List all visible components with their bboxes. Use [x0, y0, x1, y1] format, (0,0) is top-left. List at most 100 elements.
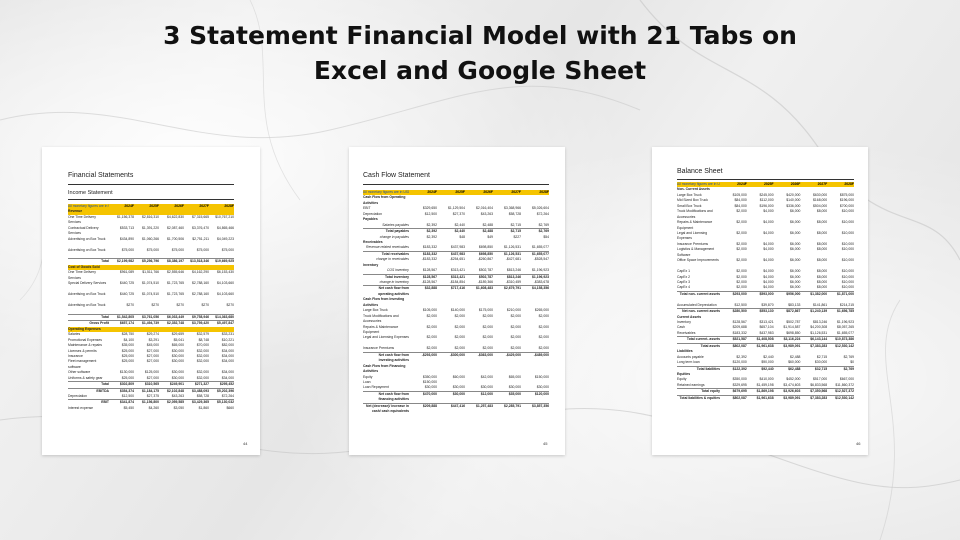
cell-value: $2,000: [510, 346, 521, 351]
cell-value: $10,000: [841, 209, 854, 214]
cell-value: $27,375: [146, 394, 159, 399]
cell-value: $3,857,356: [532, 403, 549, 408]
cell-value: $2,000: [454, 313, 465, 318]
cell-value: $2,488: [482, 222, 493, 227]
cell-value: $8,000: [816, 230, 828, 235]
table-row: Legal and Licensing Expenses $2,000 $4,000…: [677, 231, 854, 242]
cell-value: $2,000: [426, 335, 437, 340]
table-row: Total $1,542,805 $3,761,056 $6,033,449 $9,75…: [68, 313, 234, 320]
row-label: Fleet management software: [68, 359, 97, 369]
cell-value: $4,103,660: [217, 292, 234, 297]
row-label: Interest expense: [68, 405, 94, 410]
cell-value: $7,315,665: [192, 214, 209, 219]
row-label: Revenue related receivables: [366, 245, 409, 250]
cell-value: $8,000: [816, 209, 828, 214]
income-statement-sheet: Financial Statements Income Statement Al…: [42, 147, 260, 455]
row-label: Net (decrease)/ increase in cash/ cash e…: [366, 403, 409, 414]
row-label: One Time Delivery Services: [68, 270, 96, 280]
row-label: Advertising on Box Truck: [68, 302, 106, 307]
cell-value: $679,695: [732, 389, 747, 394]
cell-value: $10,000: [841, 247, 854, 252]
cell-value: $30,000: [452, 385, 465, 390]
cell-value: $4,622,830: [167, 214, 184, 219]
cell-value: $25,000: [121, 375, 134, 380]
cell-value: -$383,678: [533, 280, 549, 285]
cell-value: $4,103,660: [217, 281, 234, 286]
cell-value: $1,608,483: [476, 286, 493, 291]
table-row: Total non- current assets $293,000 $593,00…: [677, 290, 854, 303]
cell-value: $6,153,430: [217, 270, 234, 275]
cell-value: $6,833,568: [810, 382, 828, 387]
cell-value: $270: [126, 302, 134, 307]
cell-value: $27,000: [146, 375, 159, 380]
table-row: Total liabilities & equities $802,087 $1,9…: [677, 394, 854, 407]
cell-value: $10,000: [841, 220, 854, 225]
row-label: Office Space Improvements: [677, 258, 719, 263]
cell-value: $10,767,210: [215, 214, 234, 219]
cell-value: $2,679,791: [504, 286, 521, 291]
sheet-subtitle: Income Statement: [68, 190, 113, 196]
cell-value: $30,000: [508, 385, 521, 390]
cell-value: -$128,567: [421, 280, 437, 285]
cell-value: $2,000: [736, 230, 747, 235]
cell-value: $1,860: [198, 405, 209, 410]
cell-value: $6,000: [790, 258, 801, 263]
cell-value: $8,000: [816, 247, 828, 252]
cell-value: $4,162,290: [192, 270, 209, 275]
cell-value: $183,332: [422, 245, 437, 250]
cell-value: $6,000: [790, 247, 801, 252]
cell-value: $1,126,531: [504, 245, 521, 250]
table-row: Cash Flow from Financing Activities: [363, 364, 549, 375]
cell-value: $502,787: [478, 268, 493, 273]
cell-value: $2,000: [454, 335, 465, 340]
cell-value: $440,725: [119, 281, 134, 286]
row-label: Net cash flow from financing activities: [378, 391, 409, 402]
cell-value: $1,074,510: [142, 281, 159, 286]
page-number: 45: [543, 441, 548, 446]
row-label: Cash Flow from Financing Activities: [363, 363, 406, 374]
cell-value: $717,416: [450, 286, 465, 291]
cell-value: $30,000: [424, 385, 437, 390]
cell-value: $43,263: [171, 394, 184, 399]
cell-value: $4,000: [763, 258, 774, 263]
cell-value: $30,000: [536, 385, 549, 390]
row-label: Repairs & Maintenance Equipment: [677, 220, 713, 230]
row-label: Retained earnings: [677, 382, 705, 387]
cell-value: $5,450: [123, 405, 134, 410]
cell-value: $2,715: [510, 222, 521, 227]
cell-value: $2,000: [538, 335, 549, 340]
cell-value: $3,116,224: [783, 337, 801, 342]
cell-value: $434,890: [119, 236, 134, 241]
row-label: Cash Flow from Operating Activities: [363, 195, 406, 205]
cell-value: $4,865,466: [217, 225, 234, 230]
cell-value: $956,000: [786, 291, 801, 296]
cell-value: $270: [151, 302, 159, 307]
cell-value: $1,257,483: [476, 403, 493, 408]
cell-value: [493, 364, 521, 375]
table-row: CapEx 4 $2,000 $4,000 $6,000 $8,000 $10,000: [677, 285, 854, 290]
cell-value: $1,391,220: [142, 225, 159, 230]
cell-value: $1,542,805: [117, 314, 134, 319]
cell-value: $3,989,091: [783, 395, 801, 400]
table-row: Truck Modifications and Accessories $2,00…: [363, 314, 549, 325]
table-row: Accumulated Depreciation $12,500 $39,870 $8…: [677, 303, 854, 308]
cell-value: $34,000: [221, 375, 234, 380]
cell-value: $209,888: [422, 403, 437, 408]
row-label: Depreciation: [68, 394, 88, 399]
row-label: Total non- current assets: [679, 291, 720, 296]
cell-value: $3,926,603: [783, 389, 801, 394]
cell-value: $32,888: [424, 286, 437, 291]
cell-value: $30,000: [452, 391, 465, 396]
cell-value: -$184,854: [449, 280, 465, 285]
cell-value: [409, 297, 437, 308]
row-label: change in inventory: [379, 280, 409, 285]
cell-value: $1,126,531: [810, 330, 828, 335]
cell-value: $11,860,372: [835, 382, 854, 387]
page-heading: 3 Statement Financial Model with 21 Tabs…: [0, 18, 960, 88]
cell-value: $75,000: [196, 247, 209, 252]
cell-value: $2,000: [538, 324, 549, 329]
table-row: Legal and Licensing Expenses $2,000 $2,000…: [363, 335, 549, 346]
cell-value: $10,000: [841, 230, 854, 235]
cell-value: $120,000: [534, 391, 549, 396]
cell-value: $1,723,765: [167, 292, 184, 297]
